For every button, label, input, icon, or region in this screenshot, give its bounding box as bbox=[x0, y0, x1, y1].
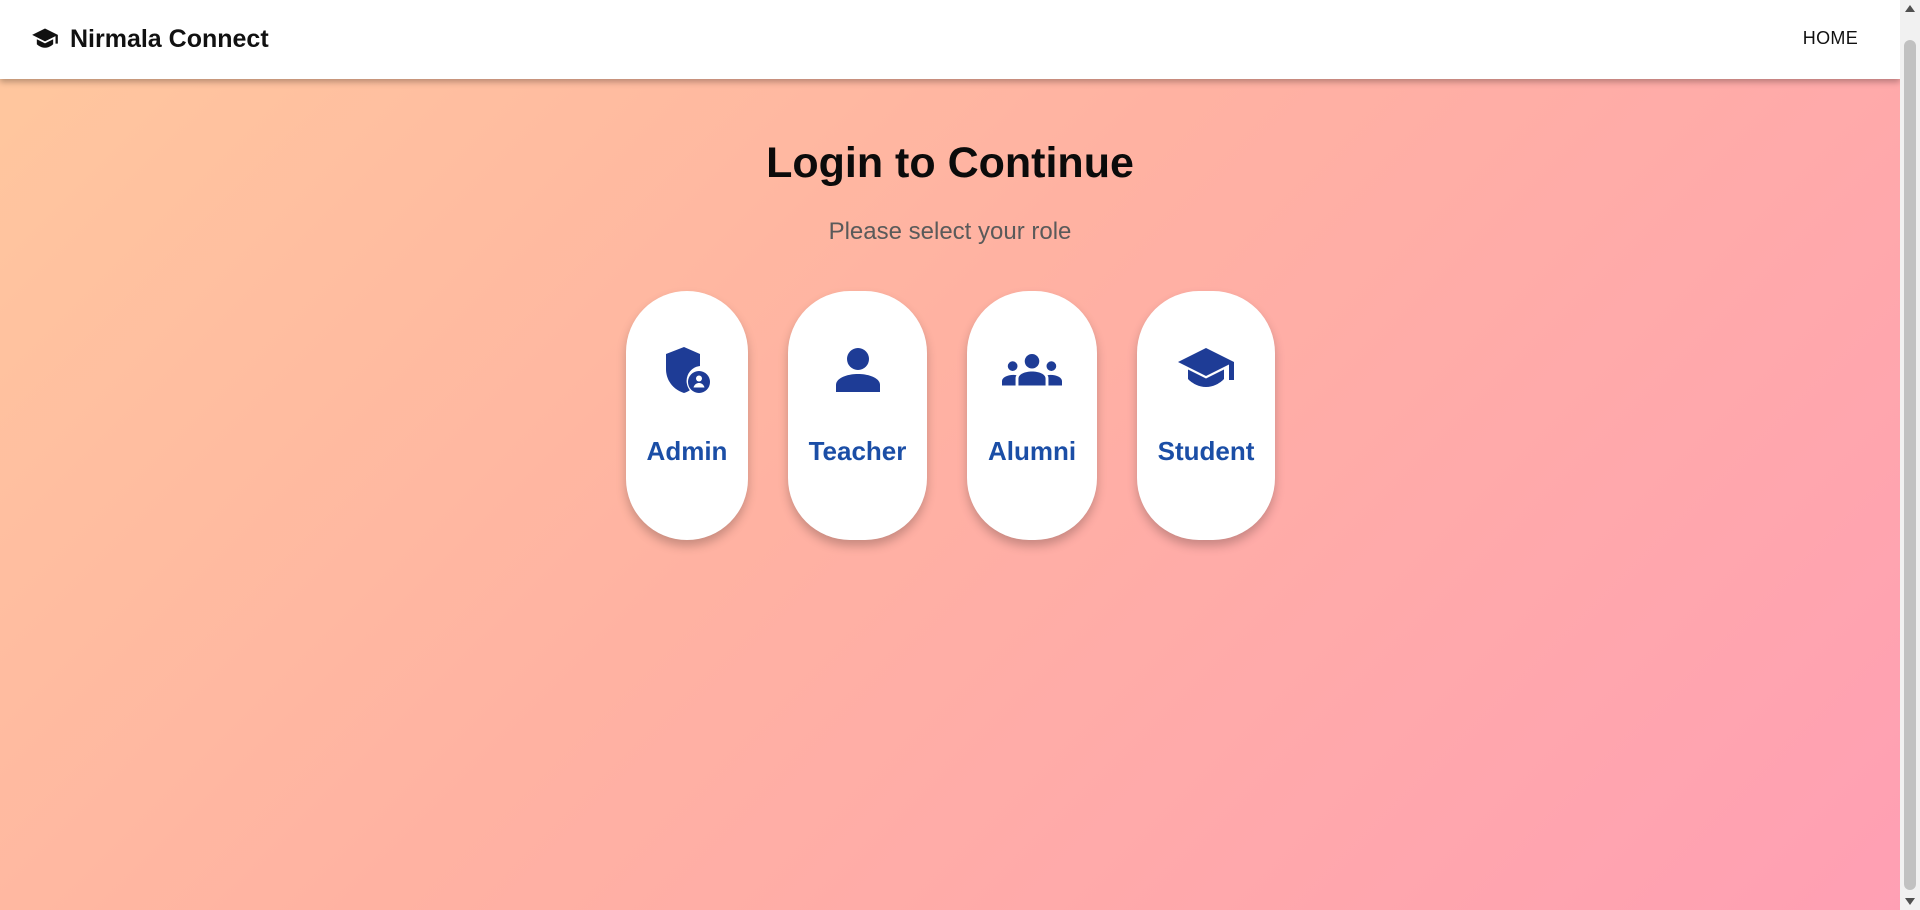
brand[interactable]: Nirmala Connect bbox=[31, 24, 269, 54]
page-subtitle: Please select your role bbox=[828, 218, 1072, 245]
role-card-teacher[interactable]: Teacher bbox=[788, 291, 927, 540]
login-page: Nirmala Connect HOME Login to Continue P… bbox=[0, 0, 1920, 910]
scroll-up-arrow-icon[interactable] bbox=[1900, 0, 1920, 17]
vertical-scrollbar[interactable] bbox=[1900, 0, 1920, 910]
brand-name: Nirmala Connect bbox=[70, 25, 269, 53]
role-label-alumni: Alumni bbox=[987, 436, 1077, 466]
graduation-cap-icon bbox=[1176, 345, 1236, 395]
role-label-student: Student bbox=[1157, 436, 1255, 466]
admin-shield-user-icon bbox=[657, 345, 717, 395]
role-label-teacher: Teacher bbox=[808, 436, 907, 466]
scroll-down-arrow-icon[interactable] bbox=[1900, 893, 1920, 910]
role-label-admin: Admin bbox=[646, 436, 728, 466]
group-icon bbox=[1002, 345, 1062, 395]
page-title: Login to Continue bbox=[766, 139, 1134, 187]
person-icon bbox=[828, 345, 888, 395]
role-card-student[interactable]: Student bbox=[1137, 291, 1275, 540]
nav-home-link[interactable]: HOME bbox=[1803, 28, 1858, 49]
role-card-admin[interactable]: Admin bbox=[626, 291, 748, 540]
scrollbar-thumb[interactable] bbox=[1904, 40, 1916, 890]
top-navbar: Nirmala Connect HOME bbox=[0, 0, 1900, 79]
graduation-cap-icon bbox=[31, 25, 59, 53]
role-card-alumni[interactable]: Alumni bbox=[967, 291, 1097, 540]
